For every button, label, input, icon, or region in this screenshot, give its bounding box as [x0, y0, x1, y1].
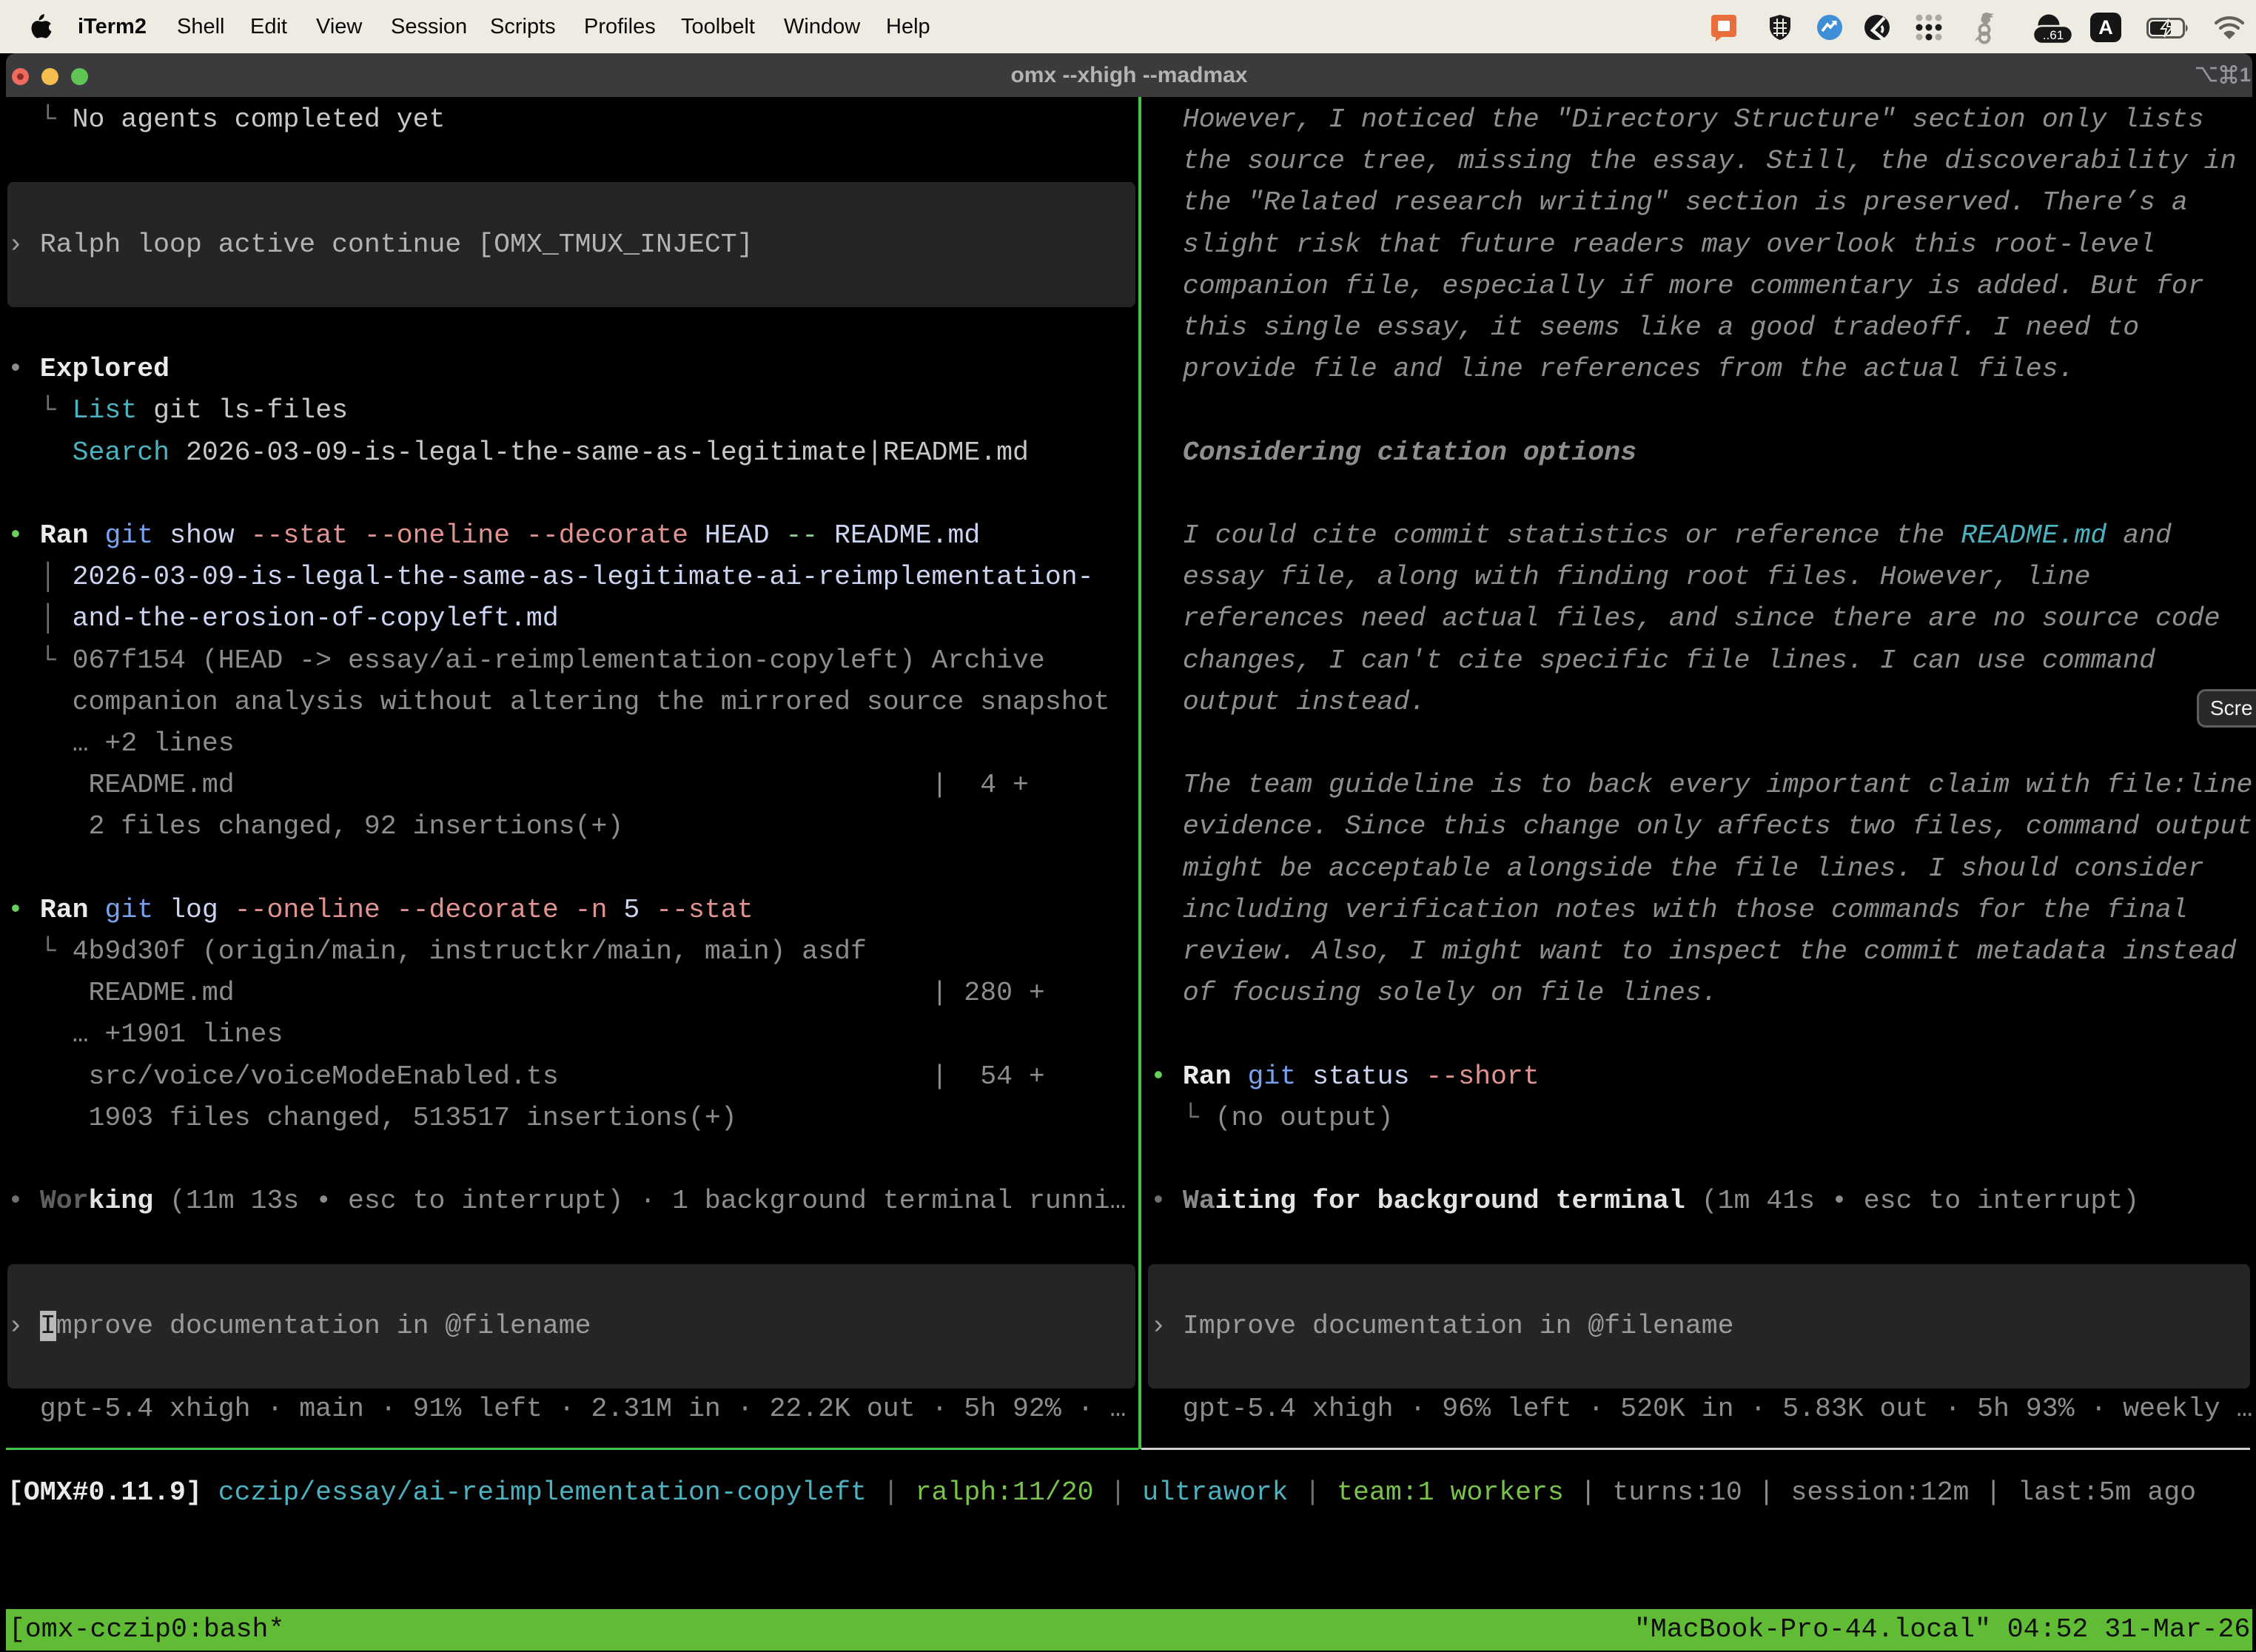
- svg-text:..61: ..61: [2043, 28, 2064, 42]
- svg-text:1: 1: [2240, 65, 2251, 84]
